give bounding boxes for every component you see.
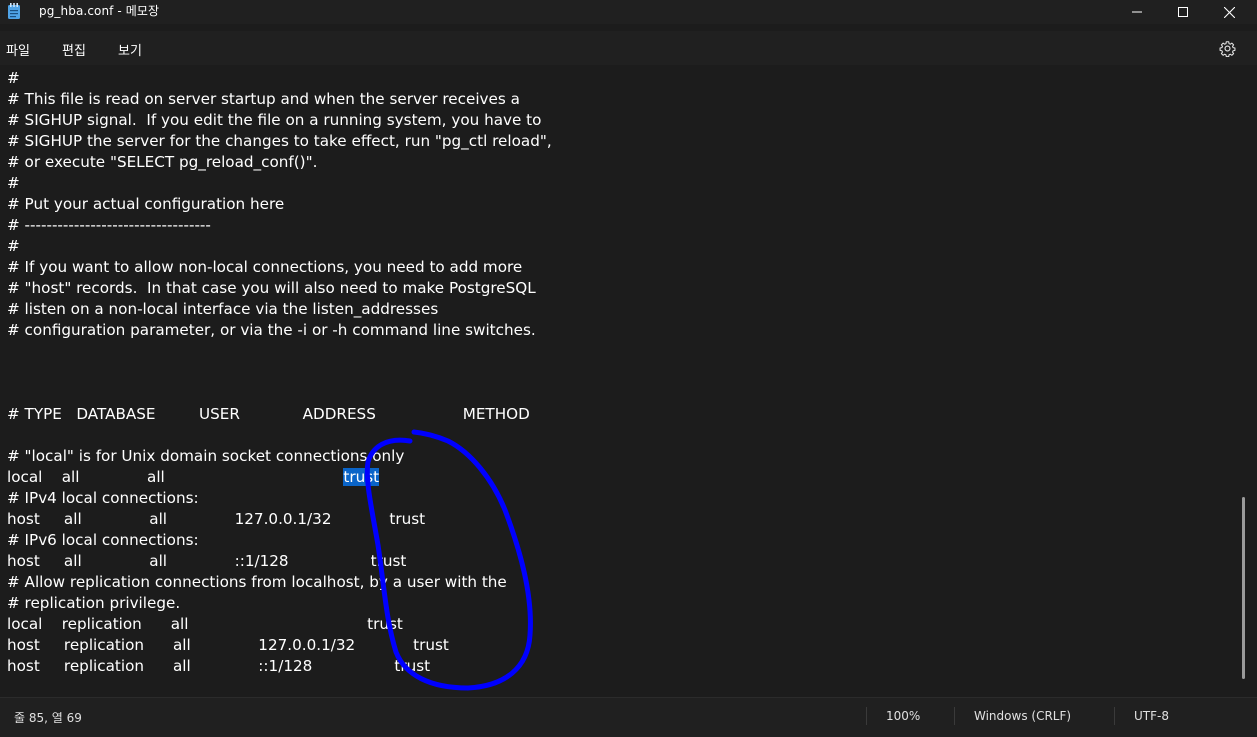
editor-line[interactable]: # IPv6 local connections: <box>7 530 552 551</box>
maximize-icon <box>1178 7 1188 17</box>
status-divider <box>866 707 867 725</box>
editor-line[interactable]: # configuration parameter, or via the -i… <box>7 320 552 341</box>
editor-line[interactable]: # SIGHUP signal. If you edit the file on… <box>7 110 552 131</box>
scrollbar-thumb[interactable] <box>1242 497 1245 679</box>
menu-edit[interactable]: 편집 <box>62 38 86 61</box>
maximize-button[interactable] <box>1160 0 1206 24</box>
status-bar: 줄 85, 열 69 100% Windows (CRLF) UTF-8 <box>0 697 1257 737</box>
editor-line[interactable]: host replication all 127.0.0.1/32 trust <box>7 635 552 656</box>
editor-line[interactable] <box>7 341 552 362</box>
selected-text[interactable]: trust <box>343 468 380 486</box>
status-divider <box>954 707 955 725</box>
menu-view[interactable]: 보기 <box>118 38 142 61</box>
minimize-icon <box>1132 11 1142 13</box>
close-icon <box>1223 6 1235 18</box>
editor-content[interactable]: # # This file is read on server startup a… <box>7 68 552 677</box>
line-ending[interactable]: Windows (CRLF) <box>974 709 1071 723</box>
window-title: pg_hba.conf - 메모장 <box>39 4 160 18</box>
editor-line[interactable]: # <box>7 173 552 194</box>
editor-line[interactable]: host all all ::1/128 trust <box>7 551 552 572</box>
editor-line[interactable]: host replication all ::1/128 trust <box>7 656 552 677</box>
menu-file[interactable]: 파일 <box>6 38 30 61</box>
editor-line[interactable]: # SIGHUP the server for the changes to t… <box>7 131 552 152</box>
editor-line[interactable]: # "host" records. In that case you will … <box>7 278 552 299</box>
title-bar[interactable]: pg_hba.conf - 메모장 <box>0 0 1257 24</box>
zoom-level[interactable]: 100% <box>886 709 920 723</box>
editor-line[interactable] <box>7 425 552 446</box>
editor-line[interactable]: host all all 127.0.0.1/32 trust <box>7 509 552 530</box>
status-divider <box>1114 707 1115 725</box>
editor-line[interactable]: # ---------------------------------- <box>7 215 552 236</box>
editor-line[interactable]: # <box>7 68 552 89</box>
notepad-window: pg_hba.conf - 메모장 파일 편집 보기 # # This file… <box>0 0 1257 737</box>
editor-line[interactable]: # If you want to allow non-local connect… <box>7 257 552 278</box>
editor-line[interactable] <box>7 362 552 383</box>
editor-line[interactable]: # This file is read on server startup an… <box>7 89 552 110</box>
menu-bar: 파일 편집 보기 <box>0 31 1257 65</box>
close-button[interactable] <box>1206 0 1252 24</box>
text-editor[interactable]: # # This file is read on server startup a… <box>0 67 1241 697</box>
editor-line[interactable]: # <box>7 236 552 257</box>
editor-line[interactable] <box>7 383 552 404</box>
minimize-button[interactable] <box>1114 0 1160 24</box>
editor-line[interactable]: # "local" is for Unix domain socket conn… <box>7 446 552 467</box>
editor-line[interactable]: # or execute "SELECT pg_reload_conf()". <box>7 152 552 173</box>
gear-icon[interactable] <box>1219 40 1236 57</box>
editor-line[interactable]: # IPv4 local connections: <box>7 488 552 509</box>
editor-line[interactable]: # Allow replication connections from loc… <box>7 572 552 593</box>
notepad-icon <box>8 3 20 19</box>
editor-line[interactable]: # listen on a non-local interface via th… <box>7 299 552 320</box>
cursor-position[interactable]: 줄 85, 열 69 <box>14 709 82 726</box>
editor-line[interactable]: # TYPE DATABASE USER ADDRESS METHOD <box>7 404 552 425</box>
encoding[interactable]: UTF-8 <box>1134 709 1169 723</box>
editor-line[interactable]: # replication privilege. <box>7 593 552 614</box>
editor-line[interactable]: local all all trust <box>7 467 552 488</box>
editor-line[interactable]: # Put your actual configuration here <box>7 194 552 215</box>
editor-line[interactable]: local replication all trust <box>7 614 552 635</box>
